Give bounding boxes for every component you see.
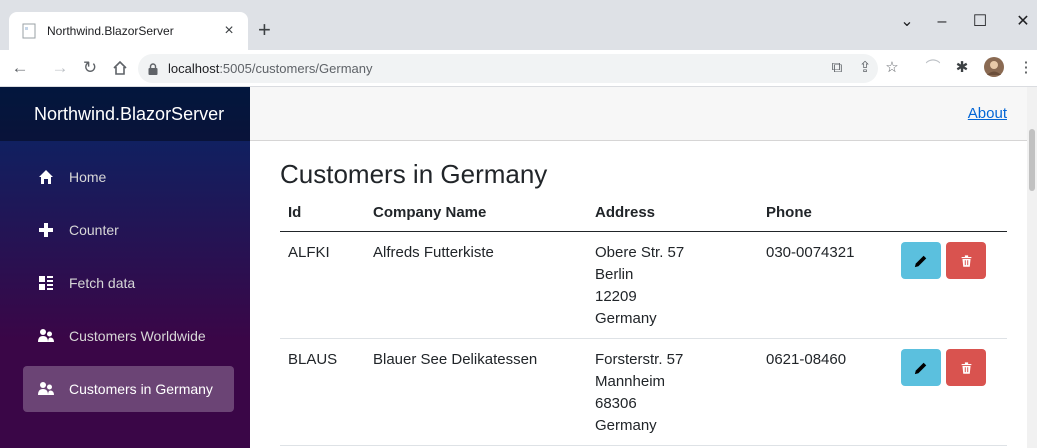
cell-id: ALFKI — [280, 231, 365, 339]
url-host: localhost — [168, 61, 220, 76]
nav-item-label: Home — [69, 169, 107, 185]
home-icon[interactable] — [110, 60, 130, 76]
trash-icon — [961, 254, 971, 267]
column-header-company: Company Name — [365, 204, 587, 232]
nav-item-label: Fetch data — [69, 275, 136, 291]
browser-menu-icon[interactable]: ⋮ — [1017, 59, 1035, 77]
address-city: Berlin — [595, 266, 634, 283]
customers-table: Id Company Name Address Phone ALFKI Alfr… — [280, 204, 1007, 446]
edit-button[interactable] — [901, 242, 941, 279]
list-rich-icon — [37, 274, 55, 292]
cell-address: Forsterstr. 57 Mannheim 68306 Germany — [587, 338, 758, 446]
address-bar[interactable]: localhost:5005/customers/Germany — [138, 54, 878, 83]
page-title: Customers in Germany — [280, 159, 548, 189]
open-in-app-icon[interactable]: ⧉ — [828, 59, 846, 77]
forward-icon[interactable]: → — [50, 58, 70, 78]
brand-bar: Northwind.BlazorServer — [0, 87, 250, 141]
table-row: BLAUS Blauer See Delikatessen Forsterstr… — [280, 338, 1007, 446]
pencil-icon — [914, 362, 927, 374]
cell-phone: 030-0074321 — [758, 231, 893, 339]
cell-phone: 0621-08460 — [758, 338, 893, 446]
tab-search-chevron-icon[interactable]: ⌄ — [895, 10, 919, 34]
column-header-phone: Phone — [758, 204, 893, 232]
address-postal: 12209 — [595, 288, 637, 305]
profile-avatar[interactable] — [984, 57, 1004, 77]
url-text: localhost:5005/customers/Germany — [168, 61, 373, 76]
nav-item-home[interactable]: Home — [23, 154, 234, 200]
address-country: Germany — [595, 310, 657, 327]
url-path: :5005/customers/Germany — [219, 61, 373, 76]
browser-toolbar: ← → ↻ localhost:5005/customers/Germany ⧉… — [0, 50, 1037, 87]
table-row: ALFKI Alfreds Futterkiste Obere Str. 57 … — [280, 231, 1007, 339]
cell-company: Alfreds Futterkiste — [365, 231, 587, 339]
pencil-icon — [914, 255, 927, 267]
sidebar: Northwind.BlazorServer Home Counter Fetc… — [0, 87, 250, 448]
people-icon — [37, 327, 55, 345]
column-header-actions — [893, 204, 1007, 232]
page-content: Customers in Germany Id Company Name Add… — [250, 159, 1037, 446]
cell-actions — [893, 231, 1007, 339]
tab-title: Northwind.BlazorServer — [47, 24, 174, 38]
extension-arc-icon[interactable]: ⌒ — [924, 59, 942, 77]
main-content: About Customers in Germany Id Company Na… — [250, 87, 1037, 448]
share-icon[interactable]: ⇪ — [856, 59, 874, 77]
delete-button[interactable] — [946, 349, 986, 386]
column-header-id: Id — [280, 204, 365, 232]
trash-icon — [961, 361, 971, 374]
minimize-button[interactable]: – — [930, 10, 954, 34]
brand-link[interactable]: Northwind.BlazorServer — [34, 104, 224, 125]
table-header-row: Id Company Name Address Phone — [280, 204, 1007, 232]
tab-close-icon[interactable]: × — [220, 22, 238, 40]
nav-item-fetch-data[interactable]: Fetch data — [23, 260, 234, 306]
about-link[interactable]: About — [968, 105, 1007, 122]
plus-icon — [37, 221, 55, 239]
nav-item-customers-in-germany[interactable]: Customers in Germany — [23, 366, 234, 412]
home-icon — [37, 168, 55, 186]
browser-tab[interactable]: Northwind.BlazorServer × — [9, 12, 248, 50]
cell-company: Blauer See Delikatessen — [365, 338, 587, 446]
scrollbar-thumb[interactable] — [1029, 129, 1035, 191]
reload-icon[interactable]: ↻ — [80, 58, 100, 78]
maximize-button[interactable]: ☐ — [968, 10, 992, 34]
top-row: About — [250, 87, 1037, 141]
nav-item-label: Customers Worldwide — [69, 328, 206, 344]
column-header-address: Address — [587, 204, 758, 232]
edit-button[interactable] — [901, 349, 941, 386]
address-street: Forsterstr. 57 — [595, 351, 684, 368]
nav-item-label: Counter — [69, 222, 119, 238]
page-scrollbar[interactable] — [1027, 87, 1037, 448]
nav-menu: Home Counter Fetch data Customers Worldw… — [0, 141, 250, 412]
cell-actions — [893, 338, 1007, 446]
bookmark-star-icon[interactable]: ☆ — [883, 59, 901, 77]
nav-item-label: Customers in Germany — [69, 381, 213, 397]
cell-address: Obere Str. 57 Berlin 12209 Germany — [587, 231, 758, 339]
address-city: Mannheim — [595, 373, 666, 390]
lock-icon — [148, 62, 158, 75]
nav-item-customers-worldwide[interactable]: Customers Worldwide — [23, 313, 234, 359]
extensions-puzzle-icon[interactable]: ✱ — [953, 59, 971, 77]
address-street: Obere Str. 57 — [595, 244, 685, 261]
address-country: Germany — [595, 417, 657, 434]
back-icon[interactable]: ← — [10, 58, 30, 78]
nav-item-counter[interactable]: Counter — [23, 207, 234, 253]
cell-id: BLAUS — [280, 338, 365, 446]
delete-button[interactable] — [946, 242, 986, 279]
people-icon — [37, 380, 55, 398]
browser-tab-strip: Northwind.BlazorServer × + ⌄ – ☐ ✕ — [0, 0, 1037, 50]
close-window-button[interactable]: ✕ — [1011, 10, 1035, 34]
page-icon — [22, 23, 36, 39]
new-tab-button[interactable]: + — [258, 18, 271, 42]
address-postal: 68306 — [595, 395, 637, 412]
